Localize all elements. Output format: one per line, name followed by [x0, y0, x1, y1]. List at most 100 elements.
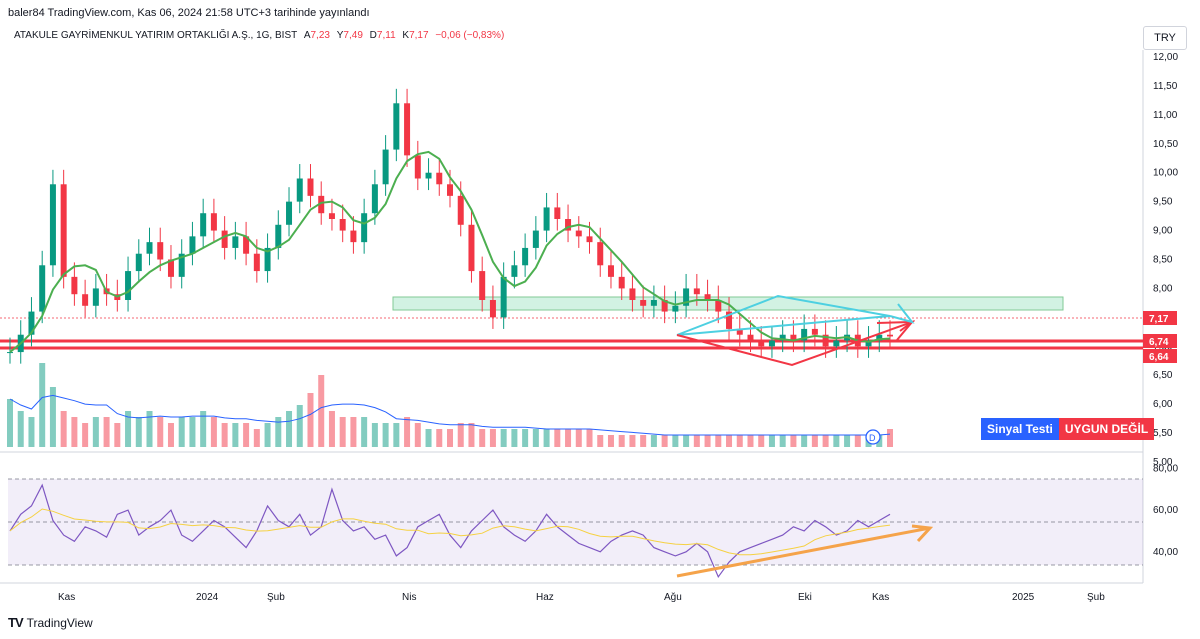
volume-bar	[7, 399, 13, 447]
volume-bar	[60, 411, 67, 447]
candle-body	[146, 242, 153, 254]
candle-body	[157, 242, 164, 260]
rsi-tick-label: 40,00	[1153, 547, 1178, 558]
price-tick-label: 11,50	[1153, 81, 1178, 92]
volume-bar	[715, 435, 722, 447]
volume-bar	[650, 435, 657, 447]
volume-bar	[489, 429, 496, 447]
volume-bar	[339, 417, 346, 447]
volume-bar	[178, 417, 185, 447]
price-tick-label: 9,50	[1153, 197, 1173, 208]
rsi-tick-label: 60,00	[1153, 505, 1178, 516]
candle-body	[135, 253, 142, 272]
volume-bar	[522, 429, 529, 447]
candle-body	[371, 184, 378, 214]
volume-bar	[811, 435, 818, 447]
candle-body	[221, 230, 228, 248]
candle-body	[650, 300, 657, 306]
candle-body	[543, 207, 550, 231]
footer-brand: TV TradingView	[8, 615, 93, 630]
volume-bar	[114, 423, 121, 447]
volume-bar	[618, 435, 625, 447]
volume-bar	[790, 435, 797, 447]
volume-bar	[264, 423, 271, 447]
candle-body	[39, 265, 46, 312]
candle-body	[382, 149, 389, 185]
volume-bar	[726, 435, 733, 447]
price-tick-label: 8,00	[1153, 283, 1173, 294]
volume-bar	[768, 435, 775, 447]
price-tick-label: 5,50	[1153, 428, 1173, 439]
volume-bar	[135, 417, 142, 447]
candle-body	[618, 276, 625, 289]
volume-bar	[468, 423, 475, 447]
candle-body	[307, 178, 314, 196]
time-tick-label: Eki	[798, 592, 812, 603]
volume-bar	[801, 435, 808, 447]
volume-bar	[747, 435, 754, 447]
time-tick-label: Kas	[58, 592, 75, 603]
signal-label: Sinyal Testi	[981, 418, 1059, 440]
candle-body	[597, 242, 604, 266]
volume-bar	[833, 435, 840, 447]
candle-body	[500, 276, 507, 318]
volume-bar	[532, 429, 539, 447]
time-tick-label: Kas	[872, 592, 889, 603]
volume-bar	[425, 429, 432, 447]
volume-bar	[350, 417, 357, 447]
volume-bar	[854, 435, 861, 447]
volume-bar	[328, 411, 335, 447]
volume-bar	[736, 435, 743, 447]
time-tick-label: Şub	[1087, 592, 1105, 603]
volume-bar	[586, 429, 593, 447]
volume-bar	[167, 423, 174, 447]
candle-body	[7, 352, 13, 354]
price-tick-label: 10,50	[1153, 139, 1178, 150]
time-tick-label: Haz	[536, 592, 554, 603]
rsi-ticks: 80,00 60,00 40,00	[1153, 463, 1178, 557]
volume-bar	[28, 417, 35, 447]
candles	[7, 88, 893, 364]
candle-body	[328, 213, 335, 219]
volume-bars	[7, 363, 893, 447]
volume-bar	[447, 429, 453, 447]
volume-bar	[189, 417, 196, 447]
volume-bar	[693, 435, 700, 447]
volume-bar	[221, 423, 228, 447]
candle-body	[468, 224, 475, 272]
candle-body	[82, 294, 89, 306]
candle-body	[253, 253, 260, 272]
volume-bar	[232, 423, 239, 447]
candle-body	[296, 178, 303, 202]
candle-body	[189, 236, 196, 254]
price-tick-label: 8,50	[1153, 255, 1173, 266]
price-tick-label: 11,00	[1153, 110, 1178, 121]
volume-bar	[844, 435, 851, 447]
candle-body	[833, 340, 840, 347]
volume-bar	[296, 405, 303, 447]
volume-bar	[371, 423, 378, 447]
volume-bar	[253, 429, 260, 447]
volume-bar	[382, 423, 389, 447]
candle-body	[447, 184, 453, 196]
volume-bar	[758, 435, 765, 447]
candle-body	[629, 288, 636, 300]
volume-bar	[436, 429, 443, 447]
volume-bar	[17, 411, 24, 447]
candle-body	[768, 340, 775, 347]
chart-canvas[interactable]: 12,00 11,50 11,00 10,50 10,00 9,50 9,00 8,50 8,0…	[0, 0, 1200, 639]
dividend-marker-text: D	[869, 433, 876, 443]
volume-bar	[661, 435, 668, 447]
price-tick-label: 9,00	[1153, 226, 1173, 237]
volume-bar	[683, 435, 690, 447]
candle-body	[361, 213, 368, 243]
rsi-tick-label: 80,00	[1153, 463, 1178, 474]
level-text-2: 6,64	[1149, 352, 1169, 363]
volume-bar	[393, 423, 400, 447]
candle-body	[758, 340, 765, 347]
candle-body	[404, 103, 411, 156]
candle-body	[811, 328, 818, 335]
signal-value: UYGUN DEĞİL	[1058, 418, 1155, 440]
volume-bar	[92, 417, 99, 447]
volume-bar	[103, 417, 110, 447]
